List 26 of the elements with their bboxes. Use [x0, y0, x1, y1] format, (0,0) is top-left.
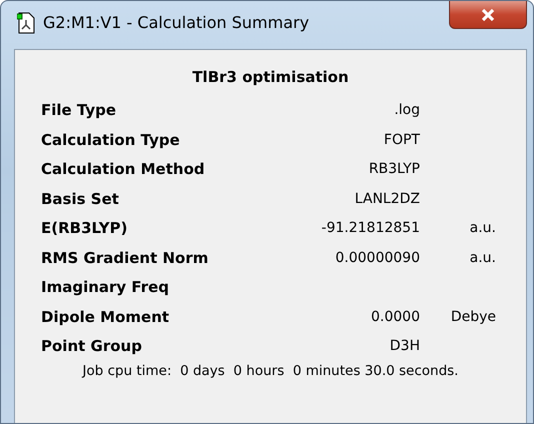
field-value: .log: [394, 102, 420, 118]
field-label: Calculation Type: [41, 130, 181, 150]
cpu-time-text: Job cpu time: 0 days 0 hours 0 minutes 30.0 seconds.: [80, 362, 460, 378]
field-value: -91.21812851: [321, 220, 420, 236]
unit-label: Debye: [450, 308, 496, 324]
unit-label: a.u.: [470, 250, 496, 266]
field-value: LANL2DZ: [354, 190, 420, 206]
field-value: 0.00000090: [335, 250, 420, 266]
field-label: RMS Gradient Norm: [41, 248, 210, 268]
field-label: Dipole Moment: [41, 306, 170, 328]
field-label: Basis Set: [41, 188, 120, 210]
field-label: Imaginary Freq: [41, 277, 170, 298]
field-label: Point Group: [41, 336, 143, 357]
close-icon: [480, 8, 496, 22]
field-value: RB3LYP: [368, 161, 420, 177]
field-label: Calculation Method: [41, 159, 206, 180]
field-value: D3H: [390, 338, 420, 354]
close-button[interactable]: [449, 1, 527, 29]
unit-label: a.u.: [470, 220, 496, 236]
field-value: FOPT: [384, 132, 420, 148]
window-title: G2:M1:V1 - Calculation Summary: [43, 13, 310, 32]
summary-heading: TlBr3 optimisation: [191, 68, 350, 86]
document-icon: [17, 12, 35, 34]
field-label: E(RB3LYP): [41, 218, 128, 239]
field-value: 0.0000: [371, 308, 420, 324]
field-label: File Type: [41, 100, 118, 121]
